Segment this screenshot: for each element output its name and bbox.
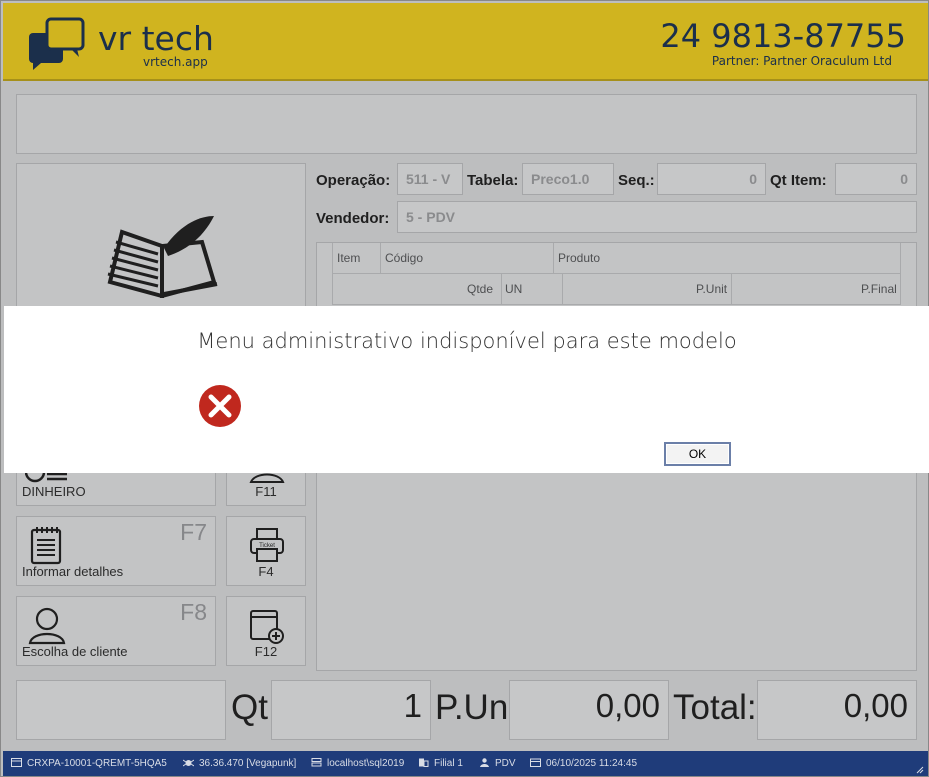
seq-label: Seq.: [618,172,655,189]
chat-bubbles-logo-icon [29,17,85,70]
col-item: Item [337,251,361,265]
f4-key: F4 [258,564,274,579]
version-status: 36.36.470 [Vegapunk] [183,758,296,769]
filial-text: Filial 1 [434,758,463,769]
bug-icon [183,759,194,767]
user-status-icon [480,758,489,767]
total-value: 0,00 [757,680,917,740]
tabela-field[interactable]: Preco1.0 [522,163,614,195]
f4-button[interactable]: Ticket F4 [226,516,306,586]
dialog-message: Menu administrativo indisponível para es… [197,329,737,353]
f12-button[interactable]: F12 [226,596,306,666]
qt-item-field[interactable]: 0 [835,163,917,195]
header-bar: vr tech vrtech.app 24 9813-87755 Partner… [3,3,928,81]
user-status: PDV [479,758,516,769]
seq-field[interactable]: 0 [657,163,766,195]
total-label: Total: [673,688,757,727]
totals-empty-box [16,680,226,740]
dinheiro-label: DINHEIRO [22,484,86,499]
ticket-icon-text: Ticket [259,543,275,549]
f11-key: F11 [255,484,277,499]
calendar-icon [530,758,541,767]
notepad-icon [30,527,62,565]
person-icon [28,607,66,645]
informar-detalhes-button[interactable]: F7 Informar detalhes [16,516,216,586]
error-icon [199,385,241,427]
server-text: localhost\sql2019 [327,758,405,769]
resize-grip[interactable] [916,766,924,774]
pdv-window: vr tech vrtech.app 24 9813-87755 Partner… [0,0,929,777]
partner-name: Partner: Partner Oraculum Ltd [711,54,892,68]
pun-label: P.Un [435,688,509,727]
tabela-label: Tabela: [467,172,519,189]
brand-url: vrtech.app [143,55,208,69]
vendedor-field[interactable]: 5 - PDV [397,201,917,233]
store-logo-panel [16,163,306,308]
filial-status: Filial 1 [418,758,463,769]
printer-ticket-icon: Ticket [250,528,284,562]
database-icon [311,758,322,767]
building-icon [419,758,429,767]
terminal-id: CRXPA-10001-QREMT-5HQA5 [27,758,167,769]
error-dialog: Menu administrativo indisponível para es… [4,306,929,473]
col-punit: P.Unit [696,282,728,296]
col-pfinal: P.Final [861,282,897,296]
operacao-label: Operação: [316,172,391,189]
vendedor-label: Vendedor: [316,210,390,227]
ok-button[interactable]: OK [664,442,731,466]
user-text: PDV [495,758,516,769]
col-codigo: Código [385,251,424,265]
f12-key: F12 [254,644,278,659]
datetime-text: 06/10/2025 11:24:45 [546,758,638,769]
qt-item-label: Qt Item: [770,172,827,189]
cliente-key: F8 [180,599,207,625]
pun-value[interactable]: 0,00 [509,680,669,740]
cliente-label: Escolha de cliente [22,644,128,659]
col-produto: Produto [558,251,601,265]
informar-label: Informar detalhes [22,564,124,579]
terminal-icon [11,758,22,767]
book-quill-icon [107,216,218,298]
escolha-cliente-button[interactable]: F8 Escolha de cliente [16,596,216,666]
col-qtde: Qtde [467,282,494,296]
window-add-icon [250,610,284,644]
qt-value[interactable]: 1 [271,680,431,740]
datetime-status: 06/10/2025 11:24:45 [530,758,637,769]
server-status: localhost\sql2019 [311,758,404,769]
terminal-status: CRXPA-10001-QREMT-5HQA5 [11,758,167,769]
col-un: UN [505,282,523,296]
support-phone: 24 9813-87755 [660,17,906,55]
product-search-box[interactable] [16,94,917,154]
informar-key: F7 [180,519,207,545]
operacao-field[interactable]: 511 - V [397,163,463,195]
qt-label: Qt [231,688,268,727]
version-text: 36.36.470 [Vegapunk] [199,758,297,769]
status-bar: CRXPA-10001-QREMT-5HQA5 36.36.470 [Vegap… [3,751,928,776]
brand-name: vr tech [98,19,214,58]
